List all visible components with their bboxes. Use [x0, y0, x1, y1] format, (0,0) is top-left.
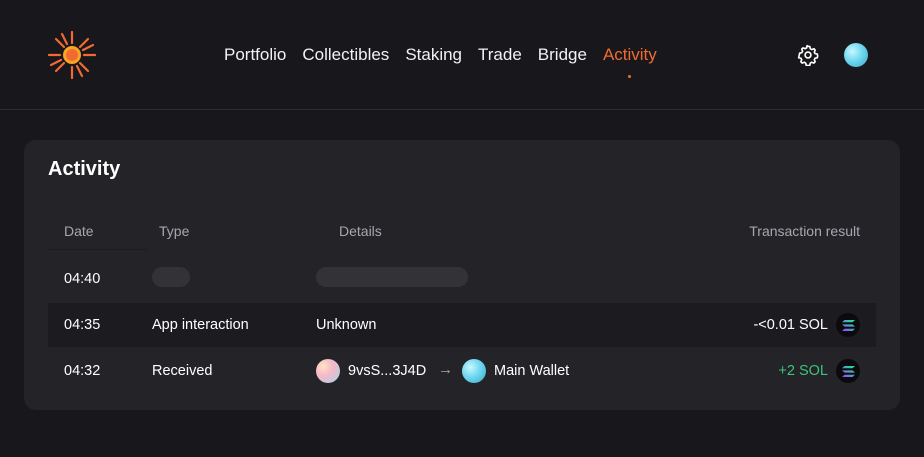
nav-staking[interactable]: Staking	[405, 44, 462, 66]
nav-trade[interactable]: Trade	[478, 44, 522, 66]
row-type: Received	[152, 363, 213, 379]
gear-icon[interactable]	[797, 44, 819, 66]
sun-burst-logo[interactable]	[46, 29, 98, 81]
nav-collectibles[interactable]: Collectibles	[302, 44, 389, 66]
page-title: Activity	[48, 158, 121, 180]
solana-icon	[836, 313, 860, 337]
row-date: 04:32	[64, 363, 101, 379]
row-type: App interaction	[152, 317, 249, 333]
sender-avatar	[316, 359, 340, 383]
column-header-date: Date	[64, 223, 94, 239]
solana-icon	[836, 359, 860, 383]
recipient-avatar	[462, 359, 486, 383]
type-skeleton	[152, 267, 190, 287]
nav-portfolio[interactable]: Portfolio	[224, 44, 286, 66]
main-nav: Portfolio Collectibles Staking Trade Bri…	[224, 44, 657, 78]
column-header-result: Transaction result	[749, 223, 860, 239]
activity-card: Activity Date Type Details Transaction r…	[24, 140, 900, 410]
nav-bridge[interactable]: Bridge	[538, 44, 587, 66]
column-header-type: Type	[159, 223, 190, 239]
row-date: 04:35	[64, 317, 101, 333]
arrow-right-icon: →	[438, 361, 453, 378]
nav-activity[interactable]: Activity	[603, 44, 657, 78]
table-row[interactable]: 04:35 App interaction Unknown -<0.01 SOL	[48, 303, 876, 347]
account-avatar[interactable]	[844, 43, 868, 67]
sender-address[interactable]: 9vsS...3J4D	[348, 362, 426, 380]
header-divider	[48, 249, 148, 250]
row-result: +2 SOL	[778, 363, 828, 379]
recipient-wallet[interactable]: Main Wallet	[494, 362, 569, 380]
table-row[interactable]: 04:40	[48, 257, 876, 301]
top-navigation-bar: Portfolio Collectibles Staking Trade Bri…	[0, 0, 924, 110]
row-details: Unknown	[316, 317, 377, 333]
row-result: -<0.01 SOL	[753, 317, 828, 333]
column-header-details: Details	[339, 223, 382, 239]
table-row[interactable]: 04:32 Received 9vsS...3J4D → Main Wallet…	[48, 349, 876, 393]
row-date: 04:40	[64, 271, 101, 287]
details-skeleton	[316, 267, 468, 287]
